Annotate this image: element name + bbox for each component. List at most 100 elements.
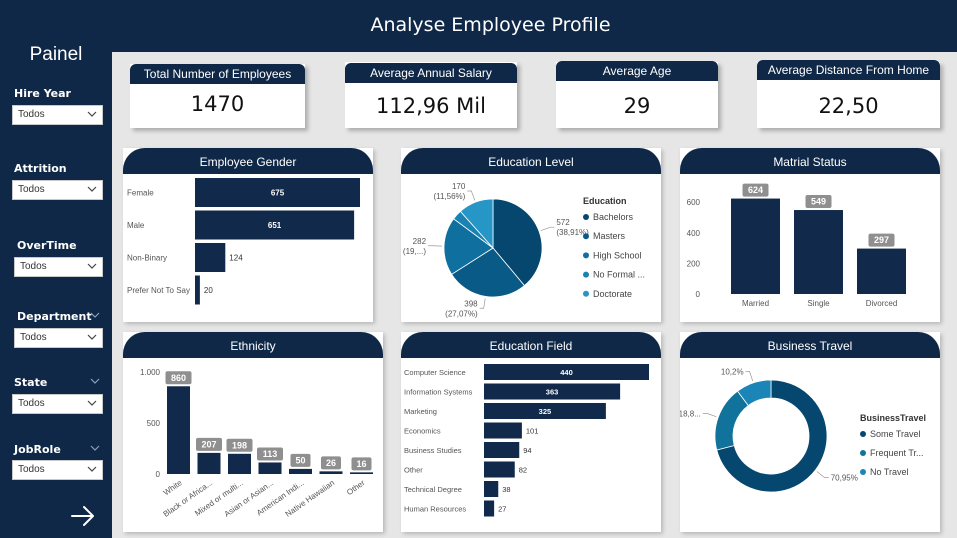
card-education-field: Education Field Computer Science 440 Infor… (401, 332, 661, 532)
card-education-level: Education Level 572 (38,91%) 398 (27,07%) 28… (401, 148, 661, 322)
dashboard-canvas: Total Number of Employees 1470 Average A… (112, 52, 957, 538)
chevron-down-icon[interactable] (90, 443, 100, 453)
chevron-down-icon[interactable] (90, 376, 100, 386)
kpi-label: Average Age (556, 61, 718, 81)
data-label: 675 (271, 189, 285, 198)
y-tick-label: 1.000 (140, 368, 161, 377)
sidebar: Painel Hire Year Todos Attrition Todos O… (0, 0, 112, 538)
y-tick-label: 0 (696, 290, 701, 299)
hire-year-dropdown[interactable]: Todos (12, 105, 103, 125)
data-label: 297 (874, 235, 889, 245)
kpi-value: 29 (623, 94, 651, 118)
state-dropdown[interactable]: Todos (12, 394, 103, 414)
chevron-down-icon[interactable] (90, 310, 100, 320)
data-label: 16 (356, 459, 366, 469)
bar (319, 471, 343, 474)
category-label: Marketing (404, 407, 437, 416)
legend-marker (860, 450, 866, 456)
data-label: (11,56%) (433, 192, 465, 201)
y-tick-label: 600 (687, 198, 701, 207)
legend-label: Doctorate (593, 289, 632, 299)
filter-label-hire-year: Hire Year (14, 87, 71, 100)
data-label: 38 (502, 485, 510, 494)
legend-label: Masters (593, 231, 626, 241)
data-label: 325 (539, 407, 552, 416)
kpi-label: Total Number of Employees (130, 64, 305, 84)
attrition-dropdown[interactable]: Todos (12, 180, 103, 200)
card-title: Matrial Status (680, 148, 940, 174)
data-label: 10,2% (721, 367, 744, 376)
data-label: 20 (204, 286, 213, 295)
legend-title: Education (583, 196, 627, 206)
bar (289, 468, 312, 474)
department-dropdown-value: Todos (20, 332, 47, 343)
data-label: (27,07%) (445, 309, 478, 318)
kpi-value: 112,96 Mil (376, 94, 486, 118)
bar (167, 386, 190, 474)
legend-marker (583, 290, 589, 297)
card-business-travel: Business Travel 70,95% 18,8... 10,2% Busine… (680, 332, 940, 532)
slice (714, 390, 749, 451)
category-label: Human Resources (404, 505, 466, 514)
leader-line (540, 226, 555, 231)
category-label: Single (807, 299, 830, 308)
leader-line (816, 471, 829, 479)
data-label: 860 (171, 373, 186, 383)
legend-label: High School (593, 250, 642, 260)
y-tick-label: 0 (156, 470, 161, 479)
legend-label: No Travel (870, 467, 909, 477)
chevron-down-icon (87, 334, 97, 340)
data-label: 363 (546, 388, 559, 397)
data-label: 50 (295, 455, 305, 465)
card-marital-status: Matrial Status 0 200 400 600 624 Married 549 Si… (680, 148, 940, 322)
leader-line (702, 413, 717, 418)
data-label: 440 (560, 368, 573, 377)
category-label: Prefer Not To Say (127, 286, 190, 295)
education-level-chart: 572(38,91%)398(27,07%)282(19,...)170(11,… (403, 182, 645, 318)
bar (731, 198, 780, 294)
leader-line (479, 298, 486, 309)
data-label: (19,...) (403, 247, 426, 256)
category-label: Information Systems (404, 388, 473, 397)
bar (857, 248, 906, 294)
overtime-dropdown[interactable]: Todos (14, 257, 103, 277)
legend-marker (583, 252, 589, 259)
bar (484, 500, 495, 517)
leader-line (745, 371, 754, 382)
data-label: 113 (263, 449, 278, 459)
bar (258, 462, 282, 474)
category-label: Computer Science (404, 368, 466, 377)
data-label: 101 (526, 427, 539, 436)
bar (350, 472, 373, 474)
filter-label-department: Department (17, 310, 92, 323)
card-ethnicity: Ethnicity 0 500 1.000 860 White 207 Black or A… (123, 332, 383, 532)
business-travel-chart: 70,95% 18,8... 10,2% BusinessTravel Some Tra… (680, 367, 926, 493)
kpi-value: 1470 (190, 92, 245, 116)
bar (228, 453, 251, 474)
chevron-down-icon (87, 111, 97, 117)
category-label: Business Studies (404, 446, 462, 455)
y-tick-label: 200 (687, 259, 701, 268)
bar (794, 210, 843, 294)
card-title: Ethnicity (123, 332, 383, 358)
data-label: 94 (523, 446, 531, 455)
data-label: 549 (811, 197, 826, 207)
leader-line (467, 190, 476, 201)
jobrole-dropdown[interactable]: Todos (12, 460, 103, 480)
chevron-down-icon (87, 400, 97, 406)
category-label: Economics (404, 427, 441, 436)
bar (197, 452, 221, 474)
legend-marker (583, 233, 589, 240)
chevron-down-icon (87, 186, 97, 192)
card-title: Business Travel (680, 332, 940, 358)
chevron-down-icon (87, 263, 97, 269)
card-title: Employee Gender (123, 148, 373, 174)
department-dropdown[interactable]: Todos (14, 328, 103, 348)
bar (484, 442, 520, 458)
data-label: 282 (413, 237, 427, 246)
bar (195, 243, 226, 272)
attrition-dropdown-value: Todos (18, 184, 45, 195)
data-label: 27 (498, 505, 506, 514)
legend-marker (860, 431, 866, 437)
arrow-right-icon[interactable] (68, 501, 98, 531)
